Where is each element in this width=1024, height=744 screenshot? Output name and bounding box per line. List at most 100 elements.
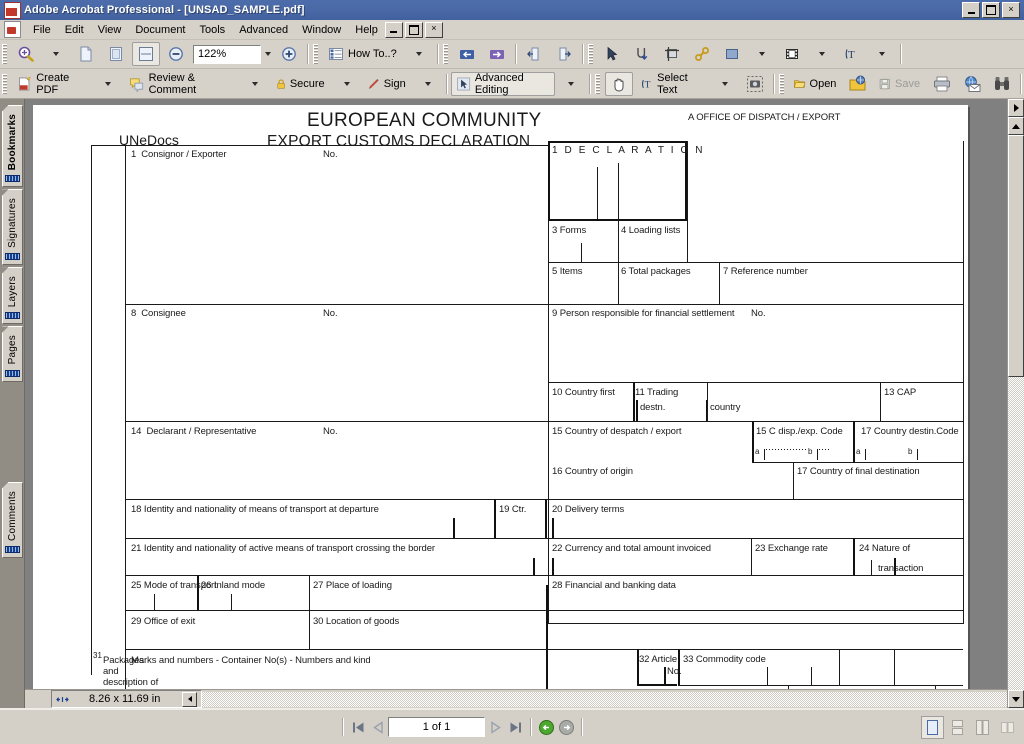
review-comment-dropdown[interactable] bbox=[241, 72, 269, 96]
zoom-level-dropdown[interactable] bbox=[261, 45, 274, 63]
organizer-button[interactable] bbox=[844, 72, 872, 96]
previous-page-nav-button[interactable] bbox=[520, 42, 548, 66]
actual-size-button[interactable] bbox=[72, 42, 100, 66]
facing-pages-view-button[interactable] bbox=[971, 716, 994, 739]
previous-page-button[interactable] bbox=[368, 717, 388, 737]
select-object-tool-button[interactable] bbox=[598, 42, 626, 66]
snapshot-tool-button[interactable] bbox=[741, 72, 769, 96]
vscroll-right-arrow-button[interactable] bbox=[1008, 99, 1024, 117]
advanced-editing-dropdown[interactable] bbox=[557, 72, 585, 96]
page-number-input[interactable]: 1 of 1 bbox=[388, 717, 485, 737]
field-18-label: 18 Identity and nationality of means of … bbox=[131, 504, 379, 515]
link-tool-button[interactable] bbox=[688, 42, 716, 66]
advanced-editing-button[interactable]: Advanced Editing bbox=[450, 71, 555, 96]
text-field-icon: T bbox=[845, 49, 855, 61]
mdi-minimize-button[interactable] bbox=[384, 21, 403, 38]
window-controls: × bbox=[962, 2, 1022, 18]
print-button[interactable] bbox=[928, 72, 956, 96]
text-field-tool-button[interactable]: T bbox=[838, 42, 866, 66]
article-tool-button[interactable] bbox=[628, 42, 656, 66]
save-button[interactable]: Save bbox=[874, 72, 926, 96]
secure-dropdown[interactable] bbox=[333, 72, 361, 96]
maximize-button[interactable] bbox=[982, 2, 1000, 18]
document-scroll-area[interactable]: EUROPEAN COMMUNITY EXPORT CUSTOMS DECLAR… bbox=[25, 99, 1007, 689]
menu-file[interactable]: File bbox=[26, 22, 58, 38]
next-view-button[interactable] bbox=[556, 717, 576, 737]
how-to-dropdown[interactable] bbox=[405, 42, 433, 66]
sign-button[interactable]: Sign bbox=[363, 72, 412, 96]
select-text-button[interactable]: T Select Text bbox=[635, 72, 710, 96]
review-comment-button[interactable]: Review & Comment bbox=[124, 72, 238, 96]
next-view-button[interactable] bbox=[483, 42, 511, 66]
previous-view-button[interactable] bbox=[536, 717, 556, 737]
how-to-button[interactable]: How To..? bbox=[323, 42, 403, 66]
horizontal-scrollbar[interactable] bbox=[202, 691, 1007, 707]
continuous-facing-view-button[interactable] bbox=[996, 716, 1019, 739]
last-page-button[interactable] bbox=[505, 717, 525, 737]
toolbar-grip[interactable] bbox=[2, 44, 7, 64]
hscroll-left-button[interactable] bbox=[182, 691, 198, 707]
file-toolbar-grip[interactable] bbox=[779, 73, 785, 94]
menu-tools[interactable]: Tools bbox=[193, 22, 233, 38]
vscroll-track[interactable] bbox=[1008, 135, 1024, 690]
hand-tool-button[interactable] bbox=[604, 71, 633, 96]
zoom-in-tool-button[interactable] bbox=[12, 42, 40, 66]
menu-view[interactable]: View bbox=[91, 22, 129, 38]
fit-page-button[interactable] bbox=[102, 42, 130, 66]
vscroll-thumb[interactable] bbox=[1008, 135, 1024, 377]
sidebar-item-bookmarks[interactable]: Bookmarks bbox=[1, 105, 23, 188]
basic-tools-grip[interactable] bbox=[594, 73, 600, 94]
search-button[interactable] bbox=[988, 72, 1016, 96]
fit-width-button[interactable] bbox=[132, 42, 160, 66]
vertical-scrollbar[interactable] bbox=[1007, 99, 1024, 708]
resize-grip-icon[interactable] bbox=[56, 693, 69, 705]
sidebar-item-comments[interactable]: Comments bbox=[1, 482, 23, 558]
mdi-close-button[interactable]: × bbox=[424, 21, 443, 38]
view-history-grip[interactable] bbox=[442, 44, 448, 64]
menu-document[interactable]: Document bbox=[128, 22, 192, 38]
previous-view-button[interactable] bbox=[453, 42, 481, 66]
zoom-tool-dropdown[interactable] bbox=[42, 42, 70, 66]
movie-tool-button[interactable] bbox=[778, 42, 806, 66]
open-button[interactable]: Open bbox=[789, 72, 842, 96]
mdi-restore-button[interactable] bbox=[404, 21, 423, 38]
minus-circle-icon bbox=[169, 47, 183, 61]
vscroll-down-button[interactable] bbox=[1008, 690, 1024, 708]
button-field-dropdown[interactable] bbox=[748, 42, 776, 66]
zoom-level-input[interactable]: 122% bbox=[193, 44, 261, 64]
menu-advanced[interactable]: Advanced bbox=[232, 22, 295, 38]
sign-dropdown[interactable] bbox=[414, 72, 442, 96]
save-disk-icon bbox=[880, 78, 891, 89]
menu-help[interactable]: Help bbox=[348, 22, 385, 38]
create-pdf-button[interactable]: Create PDF bbox=[12, 72, 92, 96]
hscroll-track[interactable] bbox=[202, 691, 1007, 707]
continuous-view-button[interactable] bbox=[946, 716, 969, 739]
zoom-in-button[interactable] bbox=[275, 42, 303, 66]
single-page-view-button[interactable] bbox=[921, 715, 944, 739]
movie-tool-dropdown[interactable] bbox=[808, 42, 836, 66]
button-field-tool-button[interactable] bbox=[718, 42, 746, 66]
text-field-dropdown[interactable] bbox=[868, 42, 896, 66]
next-page-nav-button[interactable] bbox=[550, 42, 578, 66]
close-button[interactable]: × bbox=[1002, 2, 1020, 18]
next-page-button[interactable] bbox=[485, 717, 505, 737]
crop-tool-button[interactable] bbox=[658, 42, 686, 66]
sidebar-item-layers[interactable]: Layers bbox=[1, 267, 23, 325]
minimize-button[interactable] bbox=[962, 2, 980, 18]
vscroll-up-button[interactable] bbox=[1008, 117, 1024, 135]
howto-toolbar-grip[interactable] bbox=[313, 44, 318, 64]
sidebar-item-pages[interactable]: Pages bbox=[1, 326, 23, 382]
zoom-out-button[interactable] bbox=[162, 42, 190, 66]
secure-button[interactable]: Secure bbox=[271, 72, 331, 96]
menu-edit[interactable]: Edit bbox=[58, 22, 91, 38]
field-31-number: 31 bbox=[93, 651, 102, 660]
tasks-toolbar-grip[interactable] bbox=[2, 73, 7, 94]
sidebar-item-signatures[interactable]: Signatures bbox=[1, 189, 23, 266]
email-button[interactable] bbox=[958, 72, 986, 96]
menu-window[interactable]: Window bbox=[295, 22, 348, 38]
title-bar: Adobe Acrobat Professional - [UNSAD_SAMP… bbox=[0, 0, 1024, 20]
select-text-dropdown[interactable] bbox=[711, 72, 739, 96]
create-pdf-dropdown[interactable] bbox=[94, 72, 122, 96]
editing-toolbar-grip[interactable] bbox=[587, 44, 593, 64]
first-page-button[interactable] bbox=[348, 717, 368, 737]
